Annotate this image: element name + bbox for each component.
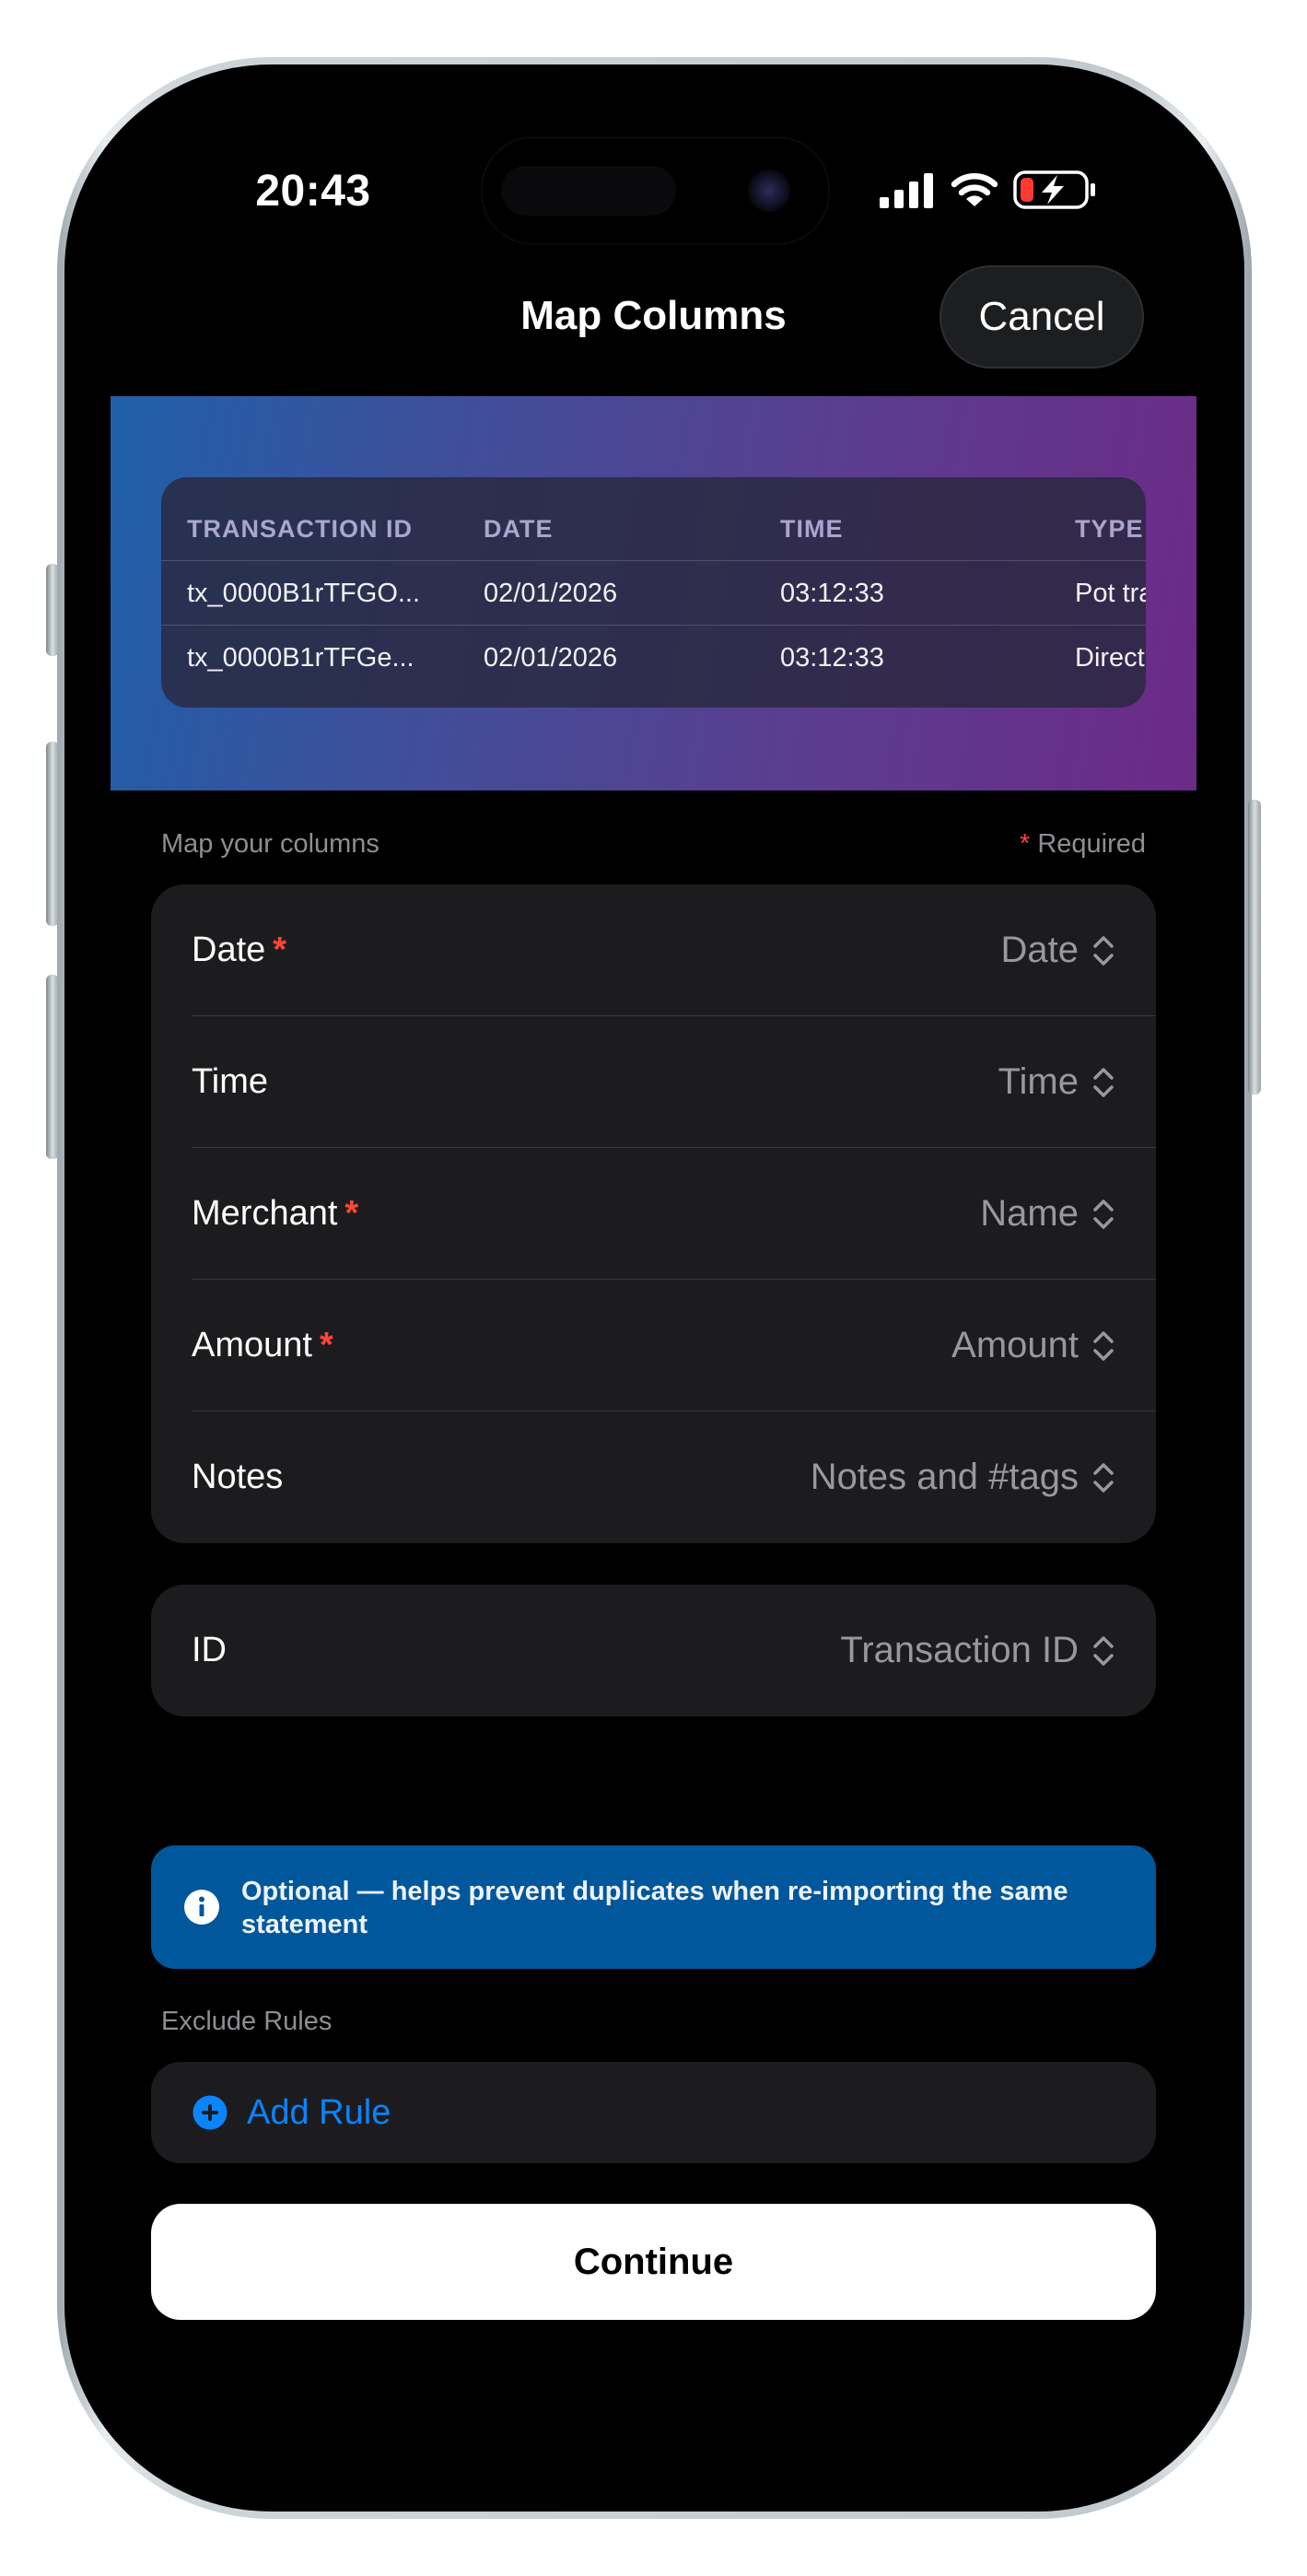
row-label: Amount: [192, 1326, 312, 1364]
preview-row: tx_0000B1rTFGe... 02/01/2026 03:12:33 Di…: [161, 625, 1146, 690]
chevron-up-down-icon: [1093, 1330, 1114, 1361]
action-button: [46, 564, 59, 656]
preview-header-row: TRANSACTION ID DATE TIME TYPE: [161, 499, 1146, 558]
row-label: Notes: [192, 1458, 284, 1496]
info-banner: Optional — helps prevent duplicates when…: [151, 1845, 1156, 1969]
add-rule-label: Add Rule: [247, 2092, 391, 2132]
wifi-icon: [951, 173, 998, 206]
picker-value[interactable]: Name: [980, 1148, 1115, 1280]
column-mapping-card: Date * Date Time Time Merchant * Name Amou…: [151, 884, 1156, 1543]
required-star: *: [1019, 829, 1031, 859]
preview-cell: Pot tra: [1075, 578, 1146, 608]
app-screen: 20:43 Map Columns Cancel TRANSACTION ID …: [111, 111, 1196, 2465]
preview-header-cell: TYPE: [1075, 514, 1144, 543]
info-text: Optional — helps prevent duplicates when…: [241, 1877, 1068, 1939]
id-mapping-card: ID Transaction ID: [151, 1585, 1156, 1716]
required-star: *: [344, 1194, 359, 1233]
preview-header-cell: DATE: [484, 514, 554, 543]
picker-value[interactable]: Transaction ID: [840, 1585, 1115, 1716]
picker-value[interactable]: Notes and #tags: [811, 1411, 1115, 1543]
cellular-signal-icon: [880, 173, 933, 208]
preview-row: tx_0000B1rTFGO... 02/01/2026 03:12:33 Po…: [161, 560, 1146, 626]
mapping-row-amount[interactable]: Amount * Amount: [151, 1280, 1156, 1411]
row-label: ID: [192, 1631, 227, 1669]
row-label: Merchant: [192, 1194, 338, 1233]
volume-up-button: [46, 742, 59, 926]
mapping-row-date[interactable]: Date * Date: [151, 884, 1156, 1016]
preview-cell: 02/01/2026: [484, 642, 618, 673]
preview-cell: tx_0000B1rTFGO...: [187, 578, 421, 608]
add-rule-button[interactable]: Add Rule: [151, 2062, 1156, 2163]
preview-cell: 03:12:33: [780, 642, 884, 673]
preview-cell: 02/01/2026: [484, 578, 618, 608]
required-label: Required: [1037, 829, 1146, 859]
csv-preview: TRANSACTION ID DATE TIME TYPE tx_0000B1r…: [111, 396, 1196, 790]
preview-header-cell: TRANSACTION ID: [187, 514, 413, 543]
plus-circle-icon: [193, 2095, 228, 2130]
chevron-up-down-icon: [1093, 1199, 1114, 1229]
preview-header-cell: TIME: [780, 514, 844, 543]
mapping-row-id[interactable]: ID Transaction ID: [151, 1585, 1156, 1716]
power-button: [1248, 800, 1261, 1095]
chevron-up-down-icon: [1093, 1067, 1114, 1097]
picker-value[interactable]: Time: [998, 1016, 1115, 1148]
chevron-up-down-icon: [1093, 1635, 1114, 1666]
mapping-row-time[interactable]: Time Time: [151, 1016, 1156, 1148]
chevron-up-down-icon: [1093, 935, 1114, 966]
cancel-button[interactable]: Cancel: [939, 265, 1144, 369]
status-icons: [880, 170, 1110, 210]
dynamic-island: [481, 136, 830, 245]
front-camera: [748, 170, 790, 212]
volume-down-button: [46, 975, 59, 1159]
required-legend: * Required: [1020, 829, 1146, 860]
mapping-row-notes[interactable]: Notes Notes and #tags: [151, 1411, 1156, 1543]
row-label: Time: [192, 1062, 269, 1101]
mapping-row-merchant[interactable]: Merchant * Name: [151, 1148, 1156, 1280]
required-star: *: [319, 1326, 333, 1364]
picker-value[interactable]: Date: [1001, 884, 1116, 1016]
section-label-map-columns: Map your columns: [161, 829, 379, 859]
preview-cell: 03:12:33: [780, 578, 884, 608]
picker-value[interactable]: Amount: [951, 1280, 1115, 1411]
required-star: *: [273, 931, 287, 969]
status-time: 20:43: [255, 167, 371, 216]
preview-cell: Direct: [1075, 642, 1145, 673]
battery-charging-icon: [1013, 170, 1095, 209]
continue-button[interactable]: Continue: [151, 2204, 1156, 2320]
chevron-up-down-icon: [1093, 1462, 1114, 1493]
section-label-exclude-rules: Exclude Rules: [161, 2007, 333, 2036]
preview-cell: tx_0000B1rTFGe...: [187, 642, 414, 673]
row-label: Date: [192, 931, 266, 969]
info-circle-icon: [184, 1890, 219, 1925]
preview-table[interactable]: TRANSACTION ID DATE TIME TYPE tx_0000B1r…: [161, 477, 1146, 708]
